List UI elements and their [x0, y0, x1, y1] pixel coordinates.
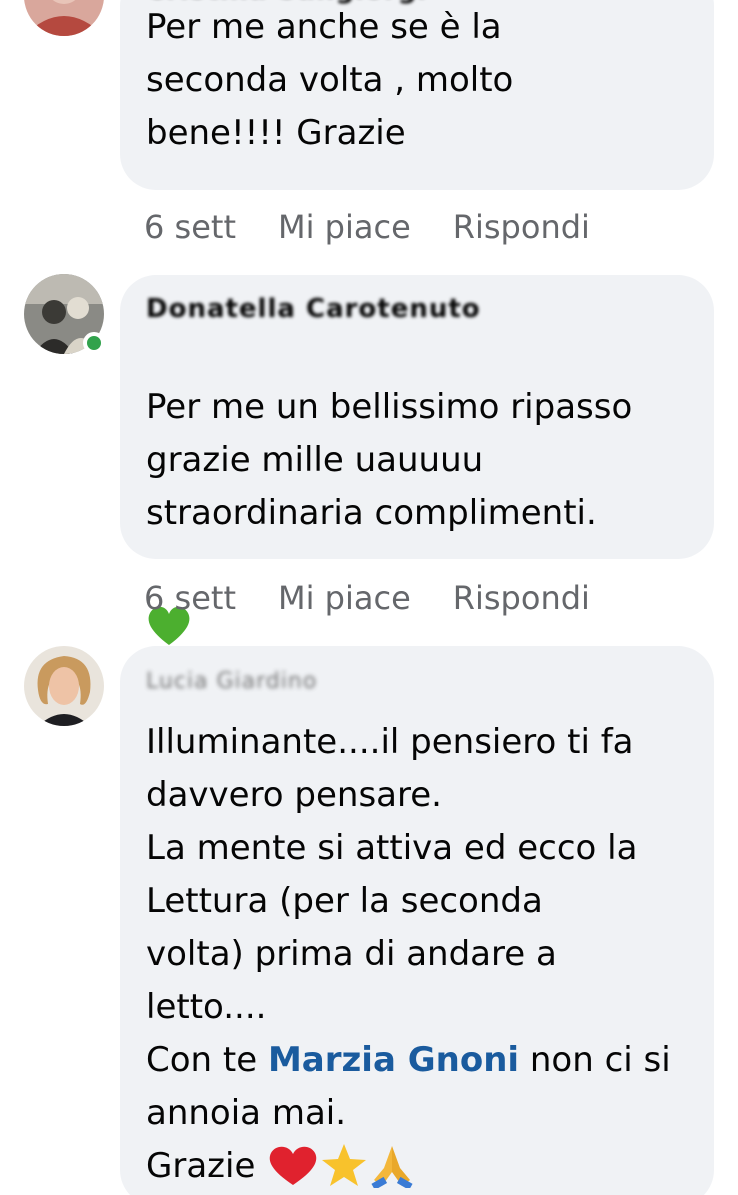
comment-text-content: Illuminante....il pensiero ti fa davvero… — [146, 722, 638, 1080]
reply-button[interactable]: Rispondi — [453, 578, 590, 618]
folded-hands-emoji — [371, 1145, 413, 1188]
like-button[interactable]: Mi piace — [278, 578, 411, 618]
comment-bubble: Cristina Sangiorgi Per me anche se è la … — [120, 0, 714, 190]
comment-author[interactable]: Lucia Giardino — [146, 656, 694, 708]
avatar[interactable] — [24, 0, 104, 36]
comment-time[interactable]: 6 sett — [144, 207, 236, 247]
comment-text-content: Per me un bellissimo ripasso grazie mill… — [146, 387, 633, 533]
comment-actions: 6 sett Mi piace Rispondi — [144, 578, 630, 618]
comments-thread: Cristina Sangiorgi Per me anche se è la … — [0, 0, 738, 1195]
comment-bubble: Lucia Giardino Illuminante....il pensier… — [120, 646, 714, 1195]
red-heart-emoji — [269, 1146, 317, 1185]
comment-time[interactable]: 6 sett — [144, 578, 236, 618]
mention-link[interactable]: Marzia Gnoni — [268, 1040, 519, 1080]
avatar[interactable] — [24, 646, 104, 726]
comment-author[interactable]: Cristina Sangiorgi — [146, 0, 694, 10]
reply-button[interactable]: Rispondi — [453, 207, 590, 247]
comment-text: Per me anche se è la seconda volta , mol… — [146, 7, 514, 153]
like-button[interactable]: Mi piace — [278, 207, 411, 247]
star-emoji — [322, 1143, 367, 1186]
comment-actions: 6 sett Mi piace Rispondi — [144, 207, 630, 247]
comment-author[interactable]: Donatella Carotenuto — [146, 289, 694, 329]
comment-bubble: Donatella Carotenuto Per me un bellissim… — [120, 275, 714, 753]
comment-text: Illuminante....il pensiero ti fa davvero… — [146, 716, 694, 1193]
online-status-indicator — [83, 332, 105, 354]
